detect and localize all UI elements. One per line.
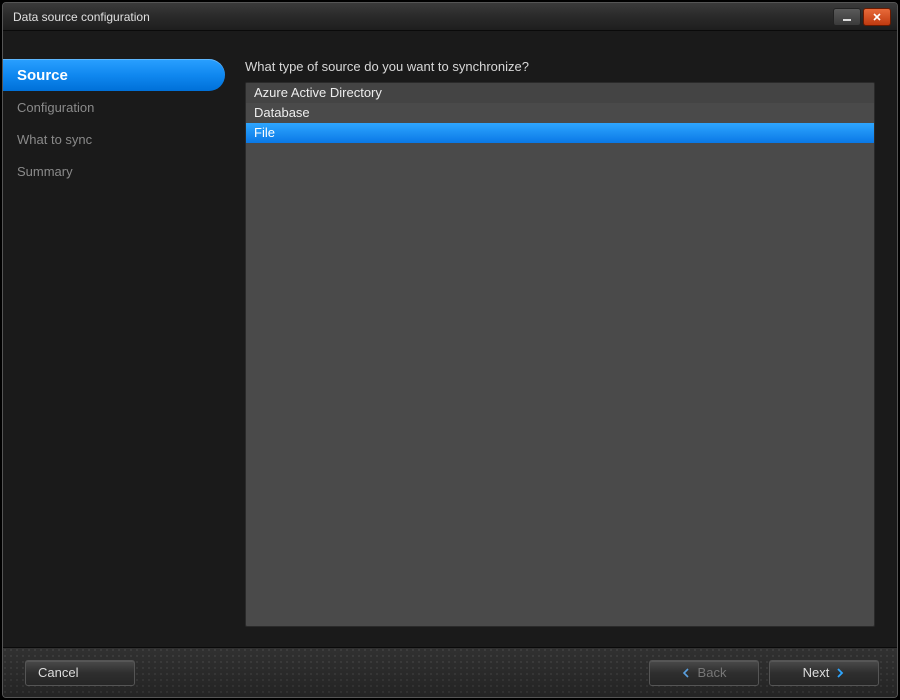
source-option-file[interactable]: File [246, 123, 874, 143]
footer-bar: Cancel Back Next [3, 647, 897, 697]
minimize-button[interactable] [833, 8, 861, 26]
sidebar-step-label: Summary [17, 164, 73, 179]
close-icon [871, 11, 883, 23]
window-title: Data source configuration [13, 10, 831, 24]
sidebar-step-label: Configuration [17, 100, 94, 115]
minimize-icon [841, 11, 853, 23]
list-item-label: Azure Active Directory [254, 85, 382, 100]
cancel-button[interactable]: Cancel [25, 660, 135, 686]
wizard-sidebar: Source Configuration What to sync Summar… [3, 31, 221, 647]
sidebar-step-summary[interactable]: Summary [3, 155, 221, 187]
button-label: Cancel [38, 665, 78, 680]
source-type-listbox[interactable]: Azure Active Directory Database File [245, 82, 875, 627]
dialog-body: Source Configuration What to sync Summar… [3, 31, 897, 647]
source-option-database[interactable]: Database [246, 103, 874, 123]
sidebar-step-label: What to sync [17, 132, 92, 147]
next-button[interactable]: Next [769, 660, 879, 686]
sidebar-step-what-to-sync[interactable]: What to sync [3, 123, 221, 155]
prompt-text: What type of source do you want to synch… [245, 59, 875, 74]
title-bar: Data source configuration [3, 3, 897, 31]
nav-button-group: Back Next [649, 660, 879, 686]
sidebar-step-label: Source [17, 67, 68, 84]
source-option-azure-ad[interactable]: Azure Active Directory [246, 83, 874, 103]
chevron-left-icon [682, 668, 692, 678]
sidebar-step-source[interactable]: Source [3, 59, 225, 91]
main-panel: What type of source do you want to synch… [221, 31, 897, 647]
list-item-label: File [254, 125, 275, 140]
close-button[interactable] [863, 8, 891, 26]
button-label: Back [698, 665, 727, 680]
chevron-right-icon [835, 668, 845, 678]
dialog-window: Data source configuration Source Configu… [2, 2, 898, 698]
sidebar-step-configuration[interactable]: Configuration [3, 91, 221, 123]
button-label: Next [803, 665, 830, 680]
back-button[interactable]: Back [649, 660, 759, 686]
list-item-label: Database [254, 105, 310, 120]
